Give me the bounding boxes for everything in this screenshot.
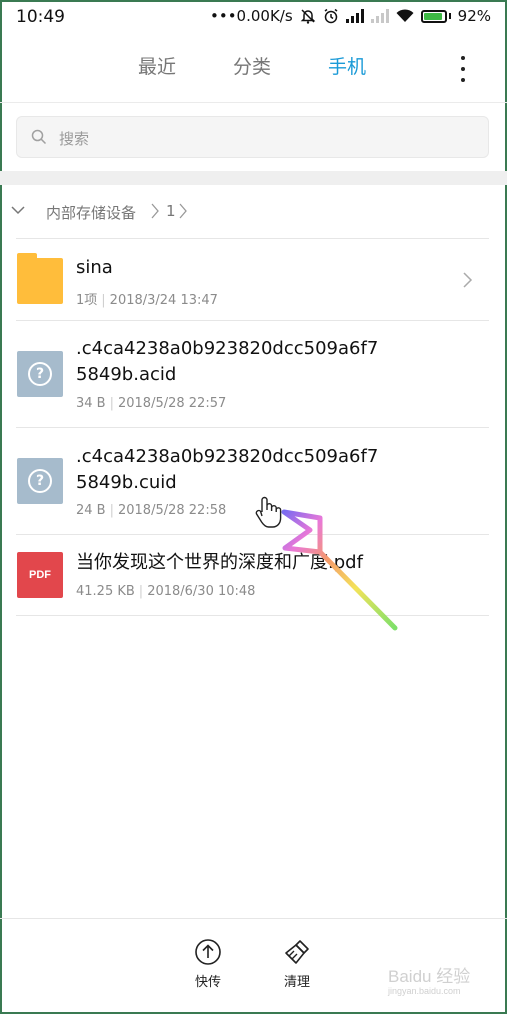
bottom-bar-divider <box>0 918 507 919</box>
chevron-down-icon[interactable] <box>10 204 26 216</box>
file-row-folder[interactable]: sina 1项 | 2018/3/24 13:47 <box>0 239 507 321</box>
status-time: 10:49 <box>16 7 65 27</box>
clean-button[interactable]: 清理 <box>275 938 319 990</box>
more-menu-icon[interactable] <box>456 56 470 82</box>
signal-2-icon <box>370 9 389 23</box>
file-name-line1: .c4ca4238a0b923820dcc509a6f7 <box>76 446 379 467</box>
unknown-file-icon: ? <box>17 458 63 504</box>
breadcrumb-root[interactable]: 内部存储设备 <box>46 202 136 223</box>
section-separator <box>0 171 507 185</box>
transfer-label: 快传 <box>194 975 221 990</box>
breadcrumb-separator-icon <box>179 203 187 219</box>
search-icon <box>31 129 47 145</box>
file-name-line2: 5849b.cuid <box>76 472 177 493</box>
status-bar: 10:49 •••0.00K/s 92% <box>0 0 507 34</box>
file-meta: 1项 | 2018/3/24 13:47 <box>76 293 218 308</box>
search-input[interactable]: 搜索 <box>16 116 489 158</box>
search-placeholder: 搜索 <box>59 130 90 148</box>
header-divider <box>0 102 507 103</box>
baidu-watermark: Baidu 经验 jingyan.baidu.com <box>388 962 488 1002</box>
battery-icon <box>420 9 451 23</box>
pdf-icon: PDF <box>17 552 63 598</box>
clean-label: 清理 <box>283 975 310 990</box>
file-name-line2: 5849b.acid <box>76 364 177 385</box>
broom-icon <box>285 940 309 964</box>
watermark-url: jingyan.baidu.com <box>388 986 461 996</box>
alarm-icon <box>324 8 338 24</box>
pointer-arrow-annotation <box>255 496 398 631</box>
signal-icon <box>345 9 364 23</box>
tab-category[interactable]: 分类 <box>233 52 271 79</box>
breadcrumb: 内部存储设备 1 <box>0 200 507 224</box>
file-name: sina <box>76 257 113 278</box>
file-meta: 41.25 KB | 2018/6/30 10:48 <box>76 584 256 599</box>
watermark-brand: Baidu 经验 <box>388 967 471 986</box>
tab-phone[interactable]: 手机 <box>328 52 366 79</box>
tab-bar: 最近 分类 手机 <box>0 52 507 88</box>
folder-icon <box>17 253 63 304</box>
tab-recent[interactable]: 最近 <box>138 52 176 79</box>
network-speed: •••0.00K/s <box>210 7 293 25</box>
file-meta: 34 B | 2018/5/28 22:57 <box>76 396 227 411</box>
wifi-icon <box>396 9 414 22</box>
breadcrumb-level[interactable]: 1 <box>166 202 176 220</box>
breadcrumb-separator-icon <box>151 203 159 219</box>
file-row[interactable]: ? .c4ca4238a0b923820dcc509a6f7 5849b.aci… <box>0 321 507 428</box>
upload-circle-icon <box>195 939 221 965</box>
file-name-line1: .c4ca4238a0b923820dcc509a6f7 <box>76 338 379 359</box>
unknown-file-icon: ? <box>17 351 63 397</box>
chevron-right-icon <box>463 272 473 288</box>
file-meta: 24 B | 2018/5/28 22:58 <box>76 503 227 518</box>
battery-percent: 92% <box>457 7 491 25</box>
transfer-button[interactable]: 快传 <box>186 938 230 990</box>
mute-bell-icon <box>300 9 315 24</box>
